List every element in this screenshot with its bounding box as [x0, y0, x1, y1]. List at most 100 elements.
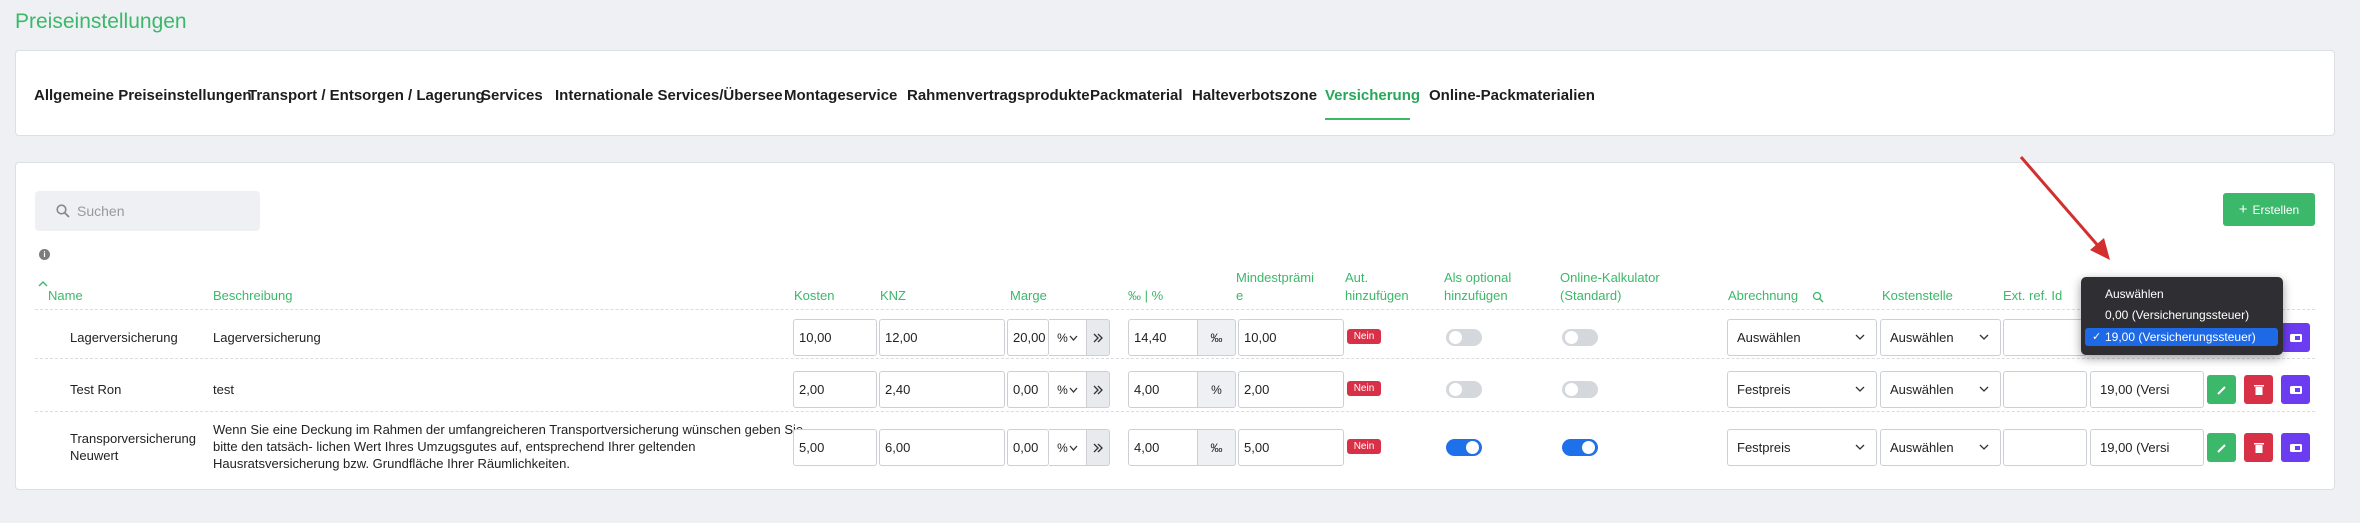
apply-marge-button[interactable]	[1087, 371, 1110, 408]
create-button[interactable]: + Erstellen	[2223, 193, 2315, 226]
tab-bar: Allgemeine Preiseinstellungen Transport …	[15, 50, 2335, 136]
kostenstelle-value: Auswählen	[1890, 330, 1954, 345]
abrechnung-select[interactable]: Auswählen	[1727, 319, 1877, 356]
edit-abrechnung-icon[interactable]	[1812, 291, 1824, 303]
row-beschreibung: Lagerversicherung	[213, 330, 321, 345]
abrechnung-value: Auswählen	[1737, 330, 1801, 345]
tag-button[interactable]	[2281, 433, 2310, 462]
column-header-online-kalkulator[interactable]: Online-Kalkulator	[1560, 269, 1660, 287]
delete-button[interactable]	[2244, 375, 2273, 404]
tag-icon	[2289, 443, 2302, 452]
tab-packmaterial[interactable]: Packmaterial	[1090, 87, 1183, 104]
marge-input[interactable]: 0,00	[1007, 371, 1049, 408]
sort-asc-icon[interactable]	[38, 281, 48, 287]
tab-internationale-services[interactable]: Internationale Services/Übersee	[555, 87, 783, 104]
marge-unit-select[interactable]: %	[1049, 371, 1087, 408]
column-header-marge[interactable]: Marge	[1010, 287, 1047, 305]
column-header-kostenstelle[interactable]: Kostenstelle	[1882, 287, 1953, 305]
als-optional-toggle[interactable]	[1446, 329, 1482, 346]
rate-input[interactable]: 4,00	[1128, 371, 1198, 408]
dropdown-option-selected[interactable]: ✓ 19,00 (Versicherungssteuer)	[2085, 328, 2278, 346]
edit-button[interactable]	[2207, 433, 2236, 462]
tag-icon	[2289, 385, 2302, 394]
apply-marge-button[interactable]	[1087, 319, 1110, 356]
tab-online-packmaterialien[interactable]: Online-Packmaterialien	[1429, 87, 1595, 104]
column-header-online-kalkulator-wrap: (Standard)	[1560, 288, 1622, 303]
column-header-als-optional[interactable]: Als optional	[1444, 269, 1511, 287]
mindestpraemie-input[interactable]: 10,00	[1238, 319, 1344, 356]
create-button-label: Erstellen	[2252, 202, 2300, 217]
kosten-input[interactable]: 10,00	[793, 319, 877, 356]
column-header-beschreibung[interactable]: Beschreibung	[213, 287, 293, 305]
kostenstelle-select[interactable]: Auswählen	[1880, 371, 2001, 408]
als-optional-toggle[interactable]	[1446, 381, 1482, 398]
column-header-ext-ref-id[interactable]: Ext. ref. Id	[2003, 287, 2062, 305]
knz-input[interactable]: 6,00	[879, 429, 1005, 466]
abrechnung-select[interactable]: Festpreis	[1727, 371, 1877, 408]
column-header-permille-percent[interactable]: ‰ | %	[1128, 287, 1163, 305]
kostenstelle-select[interactable]: Auswählen	[1880, 429, 2001, 466]
search-placeholder: Suchen	[77, 203, 125, 219]
apply-marge-button[interactable]	[1087, 429, 1110, 466]
column-header-aut-hinzufuegen[interactable]: Aut.	[1345, 269, 1368, 287]
rate-input[interactable]: 14,40	[1128, 319, 1198, 356]
tab-rahmenvertragsprodukte[interactable]: Rahmenvertragsprodukte	[907, 87, 1090, 104]
marge-input[interactable]: 20,00	[1007, 319, 1049, 356]
pencil-icon	[2216, 385, 2226, 395]
dropdown-option[interactable]: 0,00 (Versicherungssteuer)	[2085, 306, 2278, 324]
chevron-down-icon	[1979, 444, 1989, 450]
tab-services[interactable]: Services	[481, 87, 543, 104]
ext-ref-id-input[interactable]	[2003, 429, 2087, 466]
column-header-knz[interactable]: KNZ	[880, 287, 906, 305]
knz-input[interactable]: 12,00	[879, 319, 1005, 356]
online-kalkulator-toggle[interactable]	[1562, 329, 1598, 346]
chevron-down-icon	[1069, 335, 1078, 341]
kostenstelle-select[interactable]: Auswählen	[1880, 319, 2001, 356]
kostenstelle-value: Auswählen	[1890, 440, 1954, 455]
column-header-abrechnung[interactable]: Abrechnung	[1728, 287, 1798, 305]
rate-input[interactable]: 4,00	[1128, 429, 1198, 466]
double-chevron-right-icon	[1093, 333, 1103, 342]
column-header-name[interactable]: Name	[48, 287, 83, 305]
aut-hinzufuegen-badge: Nein	[1347, 329, 1381, 344]
double-chevron-right-icon	[1093, 385, 1103, 394]
delete-button[interactable]	[2244, 433, 2273, 462]
steuer-value: 19,00 (Versi	[2100, 382, 2170, 397]
online-kalkulator-toggle[interactable]	[1562, 439, 1598, 456]
ext-ref-id-input[interactable]	[2003, 319, 2087, 356]
ext-ref-id-input[interactable]	[2003, 371, 2087, 408]
kostenstelle-value: Auswählen	[1890, 382, 1954, 397]
mindestpraemie-input[interactable]: 2,00	[1238, 371, 1344, 408]
dropdown-option[interactable]: Auswählen	[2085, 285, 2278, 303]
abrechnung-value: Festpreis	[1737, 440, 1791, 455]
tab-montageservice[interactable]: Montageservice	[784, 87, 897, 104]
tab-versicherung[interactable]: Versicherung	[1325, 87, 1420, 104]
marge-unit-value: %	[1057, 330, 1068, 345]
tab-halteverbotszone[interactable]: Halteverbotszone	[1192, 87, 1317, 104]
search-input[interactable]: Suchen	[35, 191, 260, 231]
als-optional-toggle[interactable]	[1446, 439, 1482, 456]
kosten-input[interactable]: 5,00	[793, 429, 877, 466]
info-icon[interactable]: i	[39, 249, 50, 260]
column-header-kosten[interactable]: Kosten	[794, 287, 834, 305]
knz-input[interactable]: 2,40	[879, 371, 1005, 408]
steuer-select[interactable]: 19,00 (Versi	[2090, 429, 2204, 466]
marge-input[interactable]: 0,00	[1007, 429, 1049, 466]
abrechnung-select[interactable]: Festpreis	[1727, 429, 1877, 466]
edit-button[interactable]	[2207, 375, 2236, 404]
steuer-dropdown-menu: Auswählen 0,00 (Versicherungssteuer) ✓ 1…	[2081, 277, 2283, 355]
tag-button[interactable]	[2281, 375, 2310, 404]
steuer-select[interactable]: 19,00 (Versi	[2090, 371, 2204, 408]
marge-unit-value: %	[1057, 382, 1068, 397]
column-header-mindestpraemie[interactable]: Mindestprämi	[1236, 269, 1314, 287]
marge-unit-select[interactable]: %	[1049, 429, 1087, 466]
tag-button[interactable]	[2281, 323, 2310, 352]
marge-unit-select[interactable]: %	[1049, 319, 1087, 356]
abrechnung-value: Festpreis	[1737, 382, 1791, 397]
online-kalkulator-toggle[interactable]	[1562, 381, 1598, 398]
tab-allgemeine-preiseinstellungen[interactable]: Allgemeine Preiseinstellungen	[34, 87, 252, 104]
row-name-wrap: Neuwert	[70, 448, 119, 463]
mindestpraemie-input[interactable]: 5,00	[1238, 429, 1344, 466]
tab-transport-entsorgen-lagerung[interactable]: Transport / Entsorgen / Lagerung	[248, 87, 485, 104]
kosten-input[interactable]: 2,00	[793, 371, 877, 408]
